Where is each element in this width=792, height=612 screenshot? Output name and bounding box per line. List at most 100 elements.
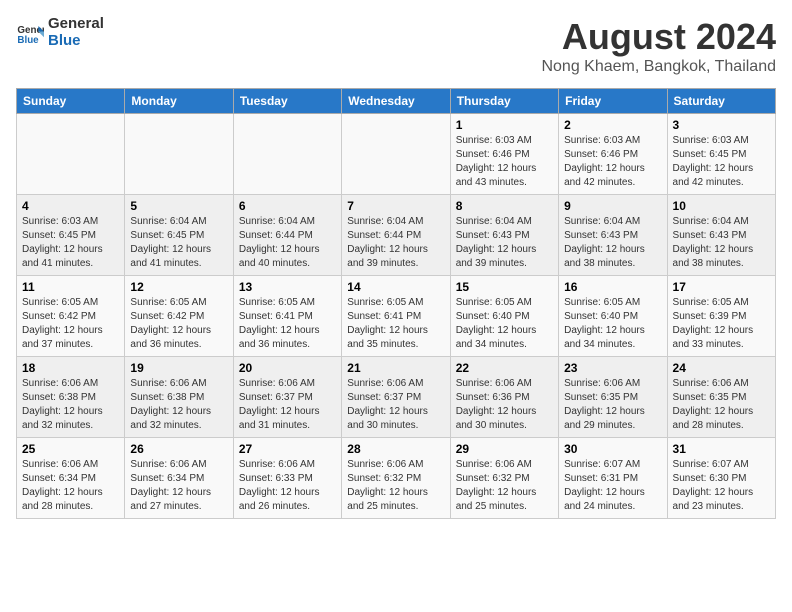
day-number: 2 — [564, 118, 661, 132]
weekday-header-tuesday: Tuesday — [233, 89, 341, 114]
day-info: Sunrise: 6:04 AM Sunset: 6:43 PM Dayligh… — [673, 215, 770, 271]
day-number: 11 — [22, 280, 119, 294]
day-cell: 14 Sunrise: 6:05 AM Sunset: 6:41 PM Dayli… — [342, 276, 450, 357]
svg-text:Blue: Blue — [17, 34, 39, 45]
day-info: Sunrise: 6:04 AM Sunset: 6:43 PM Dayligh… — [456, 215, 553, 271]
day-cell: 2 Sunrise: 6:03 AM Sunset: 6:46 PM Daylig… — [559, 114, 667, 195]
day-number: 29 — [456, 442, 553, 456]
day-cell: 11 Sunrise: 6:05 AM Sunset: 6:42 PM Dayli… — [17, 276, 125, 357]
day-cell: 22 Sunrise: 6:06 AM Sunset: 6:36 PM Dayli… — [450, 357, 558, 438]
logo-icon: General Blue — [16, 19, 44, 47]
calendar-title: August 2024 — [541, 16, 776, 58]
day-info: Sunrise: 6:06 AM Sunset: 6:32 PM Dayligh… — [456, 458, 553, 514]
day-cell: 4Sunrise: 6:03 AM Sunset: 6:45 PM Daylig… — [17, 195, 125, 276]
day-cell — [233, 114, 341, 195]
day-info: Sunrise: 6:05 AM Sunset: 6:41 PM Dayligh… — [347, 296, 444, 352]
day-cell: 19 Sunrise: 6:06 AM Sunset: 6:38 PM Dayli… — [125, 357, 233, 438]
day-info: Sunrise: 6:06 AM Sunset: 6:38 PM Dayligh… — [130, 377, 227, 433]
header: General Blue General Blue August 2024 No… — [16, 16, 776, 76]
day-cell: 8 Sunrise: 6:04 AM Sunset: 6:43 PM Daylig… — [450, 195, 558, 276]
day-info: Sunrise: 6:06 AM Sunset: 6:37 PM Dayligh… — [239, 377, 336, 433]
day-cell: 10 Sunrise: 6:04 AM Sunset: 6:43 PM Dayli… — [667, 195, 775, 276]
day-cell: 13 Sunrise: 6:05 AM Sunset: 6:41 PM Dayli… — [233, 276, 341, 357]
weekday-header-monday: Monday — [125, 89, 233, 114]
day-cell: 26 Sunrise: 6:06 AM Sunset: 6:34 PM Dayli… — [125, 438, 233, 519]
day-number: 13 — [239, 280, 336, 294]
day-info: Sunrise: 6:03 AM Sunset: 6:46 PM Dayligh… — [564, 134, 661, 190]
calendar-table: SundayMondayTuesdayWednesdayThursdayFrid… — [16, 88, 776, 519]
day-cell: 30 Sunrise: 6:07 AM Sunset: 6:31 PM Dayli… — [559, 438, 667, 519]
day-number: 26 — [130, 442, 227, 456]
day-number: 21 — [347, 361, 444, 375]
day-number: 5 — [130, 199, 227, 213]
day-number: 10 — [673, 199, 770, 213]
day-number: 14 — [347, 280, 444, 294]
week-row-3: 11 Sunrise: 6:05 AM Sunset: 6:42 PM Dayli… — [17, 276, 776, 357]
day-info: Sunrise: 6:05 AM Sunset: 6:42 PM Dayligh… — [130, 296, 227, 352]
day-number: 27 — [239, 442, 336, 456]
day-info: Sunrise: 6:05 AM Sunset: 6:39 PM Dayligh… — [673, 296, 770, 352]
day-cell: 6Sunrise: 6:04 AM Sunset: 6:44 PM Daylig… — [233, 195, 341, 276]
day-info: Sunrise: 6:06 AM Sunset: 6:35 PM Dayligh… — [673, 377, 770, 433]
day-info: Sunrise: 6:04 AM Sunset: 6:45 PM Dayligh… — [130, 215, 227, 271]
week-row-5: 25 Sunrise: 6:06 AM Sunset: 6:34 PM Dayli… — [17, 438, 776, 519]
calendar-subtitle: Nong Khaem, Bangkok, Thailand — [541, 58, 776, 76]
day-number: 8 — [456, 199, 553, 213]
day-number: 22 — [456, 361, 553, 375]
day-number: 30 — [564, 442, 661, 456]
day-cell: 25 Sunrise: 6:06 AM Sunset: 6:34 PM Dayli… — [17, 438, 125, 519]
day-cell — [342, 114, 450, 195]
week-row-1: 1Sunrise: 6:03 AM Sunset: 6:46 PM Daylig… — [17, 114, 776, 195]
week-row-2: 4Sunrise: 6:03 AM Sunset: 6:45 PM Daylig… — [17, 195, 776, 276]
day-number: 19 — [130, 361, 227, 375]
day-info: Sunrise: 6:06 AM Sunset: 6:35 PM Dayligh… — [564, 377, 661, 433]
day-info: Sunrise: 6:06 AM Sunset: 6:33 PM Dayligh… — [239, 458, 336, 514]
day-info: Sunrise: 6:05 AM Sunset: 6:40 PM Dayligh… — [456, 296, 553, 352]
day-info: Sunrise: 6:06 AM Sunset: 6:32 PM Dayligh… — [347, 458, 444, 514]
day-cell: 28 Sunrise: 6:06 AM Sunset: 6:32 PM Dayli… — [342, 438, 450, 519]
day-info: Sunrise: 6:06 AM Sunset: 6:34 PM Dayligh… — [130, 458, 227, 514]
day-number: 9 — [564, 199, 661, 213]
day-cell: 15 Sunrise: 6:05 AM Sunset: 6:40 PM Dayli… — [450, 276, 558, 357]
logo-general: General — [48, 16, 104, 33]
day-cell: 24Sunrise: 6:06 AM Sunset: 6:35 PM Dayli… — [667, 357, 775, 438]
day-info: Sunrise: 6:04 AM Sunset: 6:44 PM Dayligh… — [347, 215, 444, 271]
day-cell: 23 Sunrise: 6:06 AM Sunset: 6:35 PM Dayli… — [559, 357, 667, 438]
day-cell: 1Sunrise: 6:03 AM Sunset: 6:46 PM Daylig… — [450, 114, 558, 195]
day-number: 23 — [564, 361, 661, 375]
day-info: Sunrise: 6:05 AM Sunset: 6:42 PM Dayligh… — [22, 296, 119, 352]
day-cell: 21 Sunrise: 6:06 AM Sunset: 6:37 PM Dayli… — [342, 357, 450, 438]
day-cell: 27 Sunrise: 6:06 AM Sunset: 6:33 PM Dayli… — [233, 438, 341, 519]
day-cell: 9Sunrise: 6:04 AM Sunset: 6:43 PM Daylig… — [559, 195, 667, 276]
day-number: 17 — [673, 280, 770, 294]
day-number: 28 — [347, 442, 444, 456]
day-cell: 18 Sunrise: 6:06 AM Sunset: 6:38 PM Dayli… — [17, 357, 125, 438]
day-info: Sunrise: 6:06 AM Sunset: 6:38 PM Dayligh… — [22, 377, 119, 433]
weekday-header-wednesday: Wednesday — [342, 89, 450, 114]
weekday-header-row: SundayMondayTuesdayWednesdayThursdayFrid… — [17, 89, 776, 114]
day-info: Sunrise: 6:06 AM Sunset: 6:37 PM Dayligh… — [347, 377, 444, 433]
day-cell: 7Sunrise: 6:04 AM Sunset: 6:44 PM Daylig… — [342, 195, 450, 276]
day-info: Sunrise: 6:03 AM Sunset: 6:45 PM Dayligh… — [673, 134, 770, 190]
day-number: 20 — [239, 361, 336, 375]
day-info: Sunrise: 6:07 AM Sunset: 6:30 PM Dayligh… — [673, 458, 770, 514]
day-cell: 31 Sunrise: 6:07 AM Sunset: 6:30 PM Dayli… — [667, 438, 775, 519]
weekday-header-friday: Friday — [559, 89, 667, 114]
day-cell: 16Sunrise: 6:05 AM Sunset: 6:40 PM Dayli… — [559, 276, 667, 357]
day-info: Sunrise: 6:05 AM Sunset: 6:40 PM Dayligh… — [564, 296, 661, 352]
day-info: Sunrise: 6:06 AM Sunset: 6:34 PM Dayligh… — [22, 458, 119, 514]
day-number: 18 — [22, 361, 119, 375]
day-number: 31 — [673, 442, 770, 456]
day-cell — [125, 114, 233, 195]
day-info: Sunrise: 6:04 AM Sunset: 6:44 PM Dayligh… — [239, 215, 336, 271]
day-info: Sunrise: 6:05 AM Sunset: 6:41 PM Dayligh… — [239, 296, 336, 352]
day-cell: 20 Sunrise: 6:06 AM Sunset: 6:37 PM Dayli… — [233, 357, 341, 438]
day-number: 15 — [456, 280, 553, 294]
logo-blue: Blue — [48, 33, 104, 50]
week-row-4: 18 Sunrise: 6:06 AM Sunset: 6:38 PM Dayli… — [17, 357, 776, 438]
day-info: Sunrise: 6:07 AM Sunset: 6:31 PM Dayligh… — [564, 458, 661, 514]
day-number: 12 — [130, 280, 227, 294]
day-info: Sunrise: 6:03 AM Sunset: 6:45 PM Dayligh… — [22, 215, 119, 271]
day-info: Sunrise: 6:06 AM Sunset: 6:36 PM Dayligh… — [456, 377, 553, 433]
day-number: 25 — [22, 442, 119, 456]
